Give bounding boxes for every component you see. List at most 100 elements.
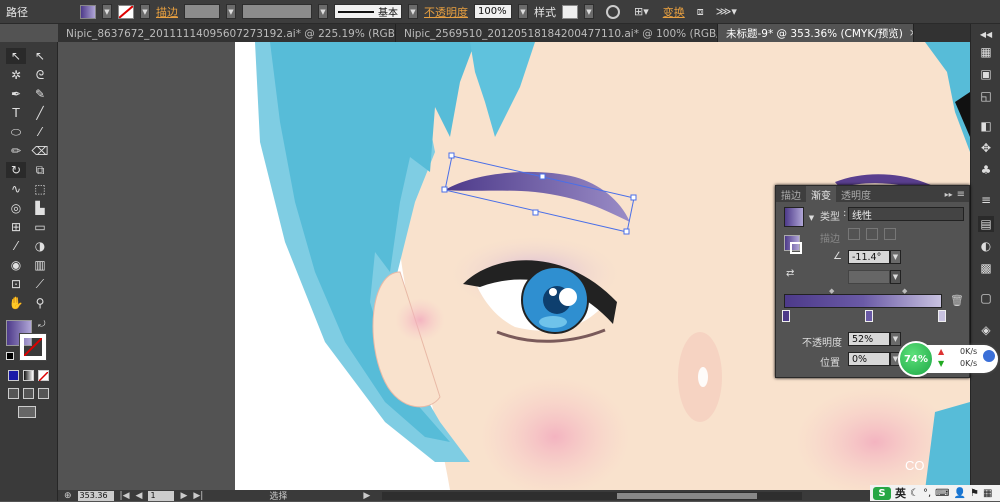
stroke-weight-arrow[interactable]: ▼ <box>226 4 236 19</box>
network-speed-widget[interactable]: 74% ▲ ▼ 0K/s 0K/s <box>898 341 998 377</box>
artboards-icon[interactable]: ▦ <box>978 44 994 60</box>
stop-location-field[interactable]: 0% <box>848 352 890 366</box>
next-icon[interactable]: ▶ <box>180 491 187 501</box>
status-menu-icon[interactable]: ▶ <box>363 491 370 501</box>
panel-menu-icon[interactable]: ≡ <box>957 189 965 200</box>
tab-gradient[interactable]: 渐变 <box>806 186 836 202</box>
user-icon[interactable]: 👤 <box>954 488 966 499</box>
tab-document-2[interactable]: Nipic_2569510_20120518184200477110.ai* @… <box>396 24 718 42</box>
collapse-icon[interactable]: ◀◀ <box>978 26 994 42</box>
zoom-field[interactable]: 353.36 <box>77 490 114 501</box>
pathfinder-dock-icon[interactable]: ▢ <box>978 290 994 306</box>
blend-tool-icon[interactable]: ◑ <box>30 238 50 254</box>
screen-mode-icon[interactable] <box>18 406 36 418</box>
lasso-icon[interactable]: ᘓ <box>30 67 50 83</box>
gradient-preset-arrow[interactable]: ▼ <box>806 211 817 225</box>
stack-dock-icon[interactable]: ◈ <box>978 322 994 338</box>
skin-icon[interactable]: ⚑ <box>970 488 979 499</box>
graph-tool-icon[interactable]: ▥ <box>30 257 50 273</box>
rocket-icon[interactable] <box>982 349 996 363</box>
tools-icon[interactable]: ▦ <box>983 488 992 499</box>
tab-transparency[interactable]: 透明度 <box>836 186 876 202</box>
color-mode-button[interactable] <box>8 370 19 381</box>
isolate-icon[interactable]: ⧈ <box>697 5 704 19</box>
brush-arrow[interactable]: ▼ <box>408 4 418 19</box>
keyboard-icon[interactable]: ⌨ <box>935 488 949 499</box>
angle-dropdown-arrow[interactable]: ▼ <box>890 250 901 264</box>
layers-dock-icon[interactable]: ▣ <box>978 66 994 82</box>
stroke-dock-icon[interactable]: ≡ <box>978 192 994 208</box>
style-swatch[interactable] <box>562 4 578 19</box>
perspective-grid-icon[interactable]: ▙ <box>30 200 50 216</box>
stroke-link[interactable]: 描边 <box>156 4 178 20</box>
gradient-mode-button[interactable] <box>23 370 34 381</box>
panel-menu-icon[interactable]: ⋙▾ <box>716 5 737 18</box>
reverse-gradient-icon[interactable]: ⇄ <box>786 268 794 279</box>
artboard-tool-icon[interactable]: ⊡ <box>6 276 26 292</box>
gradient-preview-swatch[interactable] <box>784 207 804 227</box>
angle-field[interactable]: -11.4° <box>848 250 890 264</box>
shape-builder-icon[interactable]: ◎ <box>6 200 26 216</box>
moon-icon[interactable]: ☾ <box>910 488 919 499</box>
sogou-icon[interactable]: S <box>873 486 891 500</box>
gradient-stop-left[interactable] <box>782 310 790 322</box>
magic-wand-icon[interactable]: ✲ <box>6 67 26 83</box>
line-tool-icon[interactable]: ╱ <box>30 105 50 121</box>
tab-document-3[interactable]: 未标题-9* @ 353.36% (CMYK/预览) × <box>718 24 914 42</box>
gradient-dock-icon[interactable]: ▤ <box>978 216 994 232</box>
slice-tool-icon[interactable]: ⟋ <box>30 276 50 292</box>
symbols-dock-icon[interactable]: ♣ <box>978 162 994 178</box>
stroke-dropdown-arrow[interactable]: ▼ <box>140 4 150 19</box>
direct-selection-tool-icon[interactable]: ↖ <box>30 48 50 64</box>
scroll-thumb[interactable] <box>617 492 758 499</box>
punctuation-icon[interactable]: °, <box>923 488 931 499</box>
align-dock-icon[interactable]: ◱ <box>978 88 994 104</box>
swap-icon[interactable]: ⤾ <box>38 320 46 330</box>
style-arrow[interactable]: ▼ <box>584 4 594 19</box>
last-page-icon[interactable]: ▶| <box>193 491 203 501</box>
align-icon[interactable]: ⊞▾ <box>634 5 649 18</box>
variable-width-field[interactable] <box>242 4 312 19</box>
horizontal-scrollbar[interactable] <box>382 491 803 500</box>
transform-link[interactable]: 变换 <box>663 4 685 20</box>
warp-tool-icon[interactable]: ∿ <box>6 181 26 197</box>
gradient-slider-bar[interactable] <box>784 294 942 308</box>
free-transform-icon[interactable]: ⬚ <box>30 181 50 197</box>
selection-tool-icon[interactable]: ↖ <box>6 48 26 64</box>
gradient-stop-middle[interactable] <box>865 310 873 322</box>
draw-normal-icon[interactable] <box>8 388 19 399</box>
graphic-styles-dock-icon[interactable]: ▩ <box>978 260 994 276</box>
none-mode-button[interactable] <box>38 370 49 382</box>
opacity-arrow[interactable]: ▼ <box>518 4 528 19</box>
appearance-dock-icon[interactable]: ◐ <box>978 238 994 254</box>
draw-inside-icon[interactable] <box>38 388 49 399</box>
page-field[interactable]: 1 <box>148 490 175 501</box>
close-icon[interactable]: × <box>909 27 913 39</box>
gradient-tool-icon[interactable]: ▭ <box>30 219 50 235</box>
scale-tool-icon[interactable]: ⧉ <box>30 162 50 178</box>
zoom-tool-icon[interactable]: ⚲ <box>30 295 50 311</box>
mesh-tool-icon[interactable]: ⊞ <box>6 219 26 235</box>
stroke-color-box[interactable] <box>19 333 47 361</box>
fill-dropdown-arrow[interactable]: ▼ <box>102 4 112 19</box>
symbol-sprayer-icon[interactable]: ◉ <box>6 257 26 273</box>
midpoint-diamond-icon[interactable]: ◆ <box>829 287 834 295</box>
ellipse-tool-icon[interactable]: ⬭ <box>6 124 26 140</box>
ime-mode[interactable]: 英 <box>895 485 906 501</box>
rotate-tool-icon[interactable]: ↻ <box>6 162 26 178</box>
opacity-field[interactable]: 100% <box>474 4 512 19</box>
curvature-tool-icon[interactable]: ✎ <box>30 86 50 102</box>
panel-collapse-icon[interactable]: ▸▸ <box>945 190 953 199</box>
pencil-icon[interactable]: ✏ <box>6 143 26 159</box>
network-percent-badge[interactable]: 74% <box>898 341 934 377</box>
midpoint-diamond-icon[interactable]: ◆ <box>902 287 907 295</box>
type-tool-icon[interactable]: T <box>6 105 26 121</box>
transparency-dock-icon[interactable]: ◧ <box>978 118 994 134</box>
hand-tool-icon[interactable]: ✋ <box>6 295 26 311</box>
delete-stop-icon[interactable]: 🗑 <box>950 294 964 307</box>
paintbrush-icon[interactable]: ⁄ <box>30 124 50 140</box>
tab-stroke[interactable]: 描边 <box>776 186 806 202</box>
stop-opacity-field[interactable]: 52% <box>848 332 890 346</box>
stroke-proxy[interactable] <box>790 242 802 254</box>
prev-page-icon[interactable]: |◀ <box>120 491 130 501</box>
